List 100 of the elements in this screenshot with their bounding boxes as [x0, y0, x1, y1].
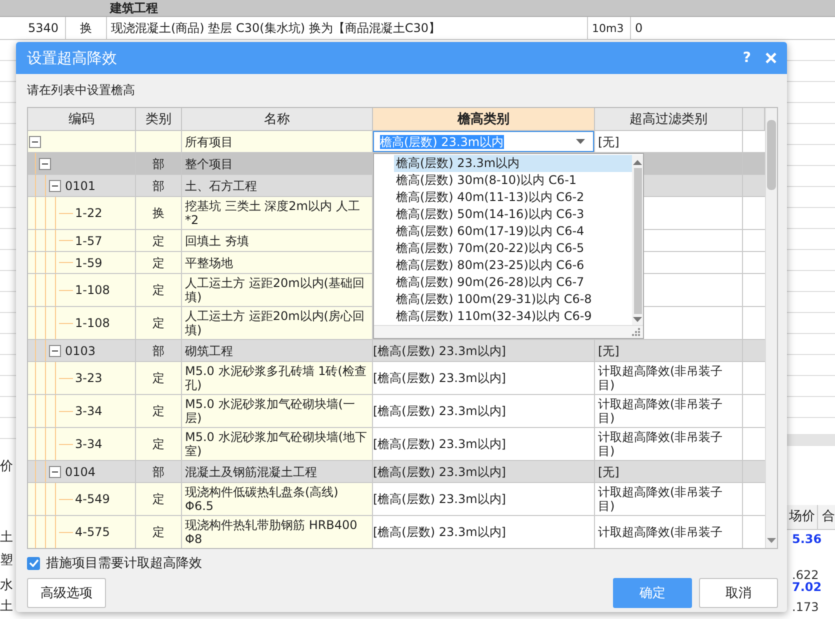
dropdown-option[interactable]: 檐高(层数) 23.3m以内 [394, 155, 632, 172]
table-cell-text: 0 [634, 20, 644, 37]
table-cell: M5.0 水泥砂浆加气砼砌块墙(一层) [182, 395, 373, 428]
table-cell: [无] [595, 131, 743, 153]
eaves-text: [檐高(层数) 23.3m以内] [373, 525, 506, 539]
collapse-icon[interactable] [49, 180, 61, 192]
checkbox-label: 措施项目需要计取超高降效 [46, 555, 202, 572]
table-cell: 定 [136, 428, 182, 461]
code-text: 0101 [65, 178, 96, 192]
eaves-text: [檐高(层数) 23.3m以内] [373, 492, 506, 506]
table-cell: 计取超高降效(非吊装子目) [595, 428, 743, 461]
table-cell: 人工运土方 运距20m以内(房心回填) [182, 307, 373, 340]
dialog-title: 设置超高降效 [27, 48, 118, 68]
table-cell: 定 [136, 307, 182, 340]
table-cell: 10m3 [588, 17, 631, 39]
collapse-icon[interactable] [49, 466, 61, 478]
checkbox[interactable] [27, 556, 40, 570]
table-cell: 部 [136, 153, 182, 175]
code-text: 1-22 [75, 206, 102, 220]
table-cell: 回填土 夯填 [182, 230, 373, 252]
table-cell: 塑 [0, 553, 13, 569]
eaves-text: [檐高(层数) 23.3m以内] [373, 464, 506, 478]
table-cell: 定 [136, 395, 182, 428]
column-header[interactable]: 超高过滤类别 [595, 108, 743, 131]
collapse-icon[interactable] [29, 136, 41, 148]
scroll-down-icon[interactable] [767, 538, 776, 544]
scroll-down-icon[interactable] [633, 317, 642, 323]
table-cell: 计取超高降效(非吊装子目) [595, 362, 743, 395]
table-cell: 部 [136, 175, 182, 197]
dropdown-option[interactable]: 檐高(层数) 70m(20-22)以内 C6-5 [394, 240, 632, 257]
table-cell: 定 [136, 516, 182, 548]
table-cell: [无] [595, 340, 743, 362]
section-title: 建筑工程 [110, 1, 158, 15]
table-cell: 部 [136, 340, 182, 362]
table-cell: 砌筑工程 [182, 340, 373, 362]
scrollbar[interactable] [765, 108, 777, 548]
dropdown-option[interactable]: 檐高(层数) 110m(32-34)以内 C6-9 [394, 308, 632, 325]
resize-grip-icon[interactable] [632, 328, 640, 336]
eaves-text: [檐高(层数) 23.3m以内] [373, 404, 506, 418]
table-cell-text: 7.02 [792, 580, 822, 595]
column-header[interactable]: 编码 [28, 108, 136, 131]
dropdown-option[interactable]: 檐高(层数) 100m(29-31)以内 C6-8 [394, 291, 632, 308]
scrollbar[interactable] [632, 155, 643, 325]
scrollbar-thumb[interactable] [767, 120, 776, 190]
close-icon[interactable] [765, 52, 777, 64]
eaves-text: [檐高(层数) 23.3m以内] [373, 371, 506, 385]
table-cell: 土 [0, 599, 13, 615]
code-text: 3-23 [75, 371, 102, 385]
table-cell: 土、石方工程 [182, 175, 373, 197]
table-cell: 定 [136, 362, 182, 395]
table-cell: .173 [792, 599, 819, 615]
table-cell-text: .622 [792, 567, 819, 582]
dropdown-option[interactable]: 檐高(层数) 40m(11-13)以内 C6-2 [394, 189, 632, 206]
table-cell: 人工运土方 运距20m以内(基础回填) [182, 274, 373, 307]
code-text: 3-34 [75, 437, 102, 451]
table-cell: 5340 [0, 17, 66, 39]
table-cell: 定 [136, 483, 182, 516]
code-text: 1-108 [75, 283, 110, 297]
dropdown-option[interactable]: 檐高(层数) 90m(26-28)以内 C6-7 [394, 274, 632, 291]
instruction-text: 请在列表中设置檐高 [27, 82, 136, 99]
table-cell: 换 [66, 17, 107, 39]
collapse-icon[interactable] [39, 158, 51, 170]
table-cell: 定 [136, 230, 182, 252]
scroll-up-icon[interactable] [633, 159, 642, 165]
table-cell: 计取超高降效(非吊装子目) [595, 483, 743, 516]
table-cell: 价 [0, 459, 13, 475]
table-cell: M5.0 水泥砂浆多孔砖墙 1砖(检查孔) [182, 362, 373, 395]
code-text: 0103 [65, 344, 96, 358]
dialog-button[interactable]: 取消 [699, 578, 778, 608]
table-cell: 计取超高降效(非吊装子目) [595, 395, 743, 428]
table-cell: 现浇构件低碳热轧盘条(高线) Φ6.5 [182, 483, 373, 516]
dropdown-option[interactable]: 檐高(层数) 30m(8-10)以内 C6-1 [394, 172, 632, 189]
table-cell: 整个项目 [182, 153, 373, 175]
table-cell: 挖基坑 三类土 深度2m以内 人工*2 [182, 197, 373, 230]
dropdown-option[interactable]: 檐高(层数) 50m(14-16)以内 C6-3 [394, 206, 632, 223]
table-cell: 计取超高降效(非吊装子 [595, 516, 743, 548]
column-header[interactable]: 名称 [182, 108, 373, 131]
table-cell: 部 [136, 461, 182, 483]
table-cell: 定 [136, 274, 182, 307]
code-text: 1-108 [75, 316, 110, 330]
dialog-button[interactable]: 高级选项 [27, 578, 106, 608]
table-cell: 现浇构件热轧带肋钢筋 HRB400 Φ8 [182, 516, 373, 548]
table-cell: M5.0 水泥砂浆加气砼砌块墙(地下室) [182, 428, 373, 461]
table-cell: 换 [136, 197, 182, 230]
table-cell: 水 [0, 578, 13, 594]
table-cell: [无] [595, 461, 743, 483]
caret-icon[interactable] [576, 139, 585, 144]
code-text: 4-575 [75, 525, 110, 539]
dropdown-option[interactable]: 檐高(层数) 80m(23-25)以内 C6-6 [394, 257, 632, 274]
eaves-text: [檐高(层数) 23.3m以内] [373, 437, 506, 451]
code-text: 0104 [65, 464, 96, 478]
code-text: 4-549 [75, 492, 110, 506]
collapse-icon[interactable] [49, 344, 61, 356]
eaves-text: [檐高(层数) 23.3m以内] [373, 344, 506, 358]
column-header[interactable]: 檐高类别 [373, 108, 595, 131]
dropdown-option[interactable]: 檐高(层数) 60m(17-19)以内 C6-4 [394, 223, 632, 240]
scrollbar[interactable] [787, 434, 835, 446]
column-header[interactable]: 类别 [136, 108, 182, 131]
table-cell: 平整场地 [182, 252, 373, 274]
table-cell: 土 [0, 530, 13, 546]
